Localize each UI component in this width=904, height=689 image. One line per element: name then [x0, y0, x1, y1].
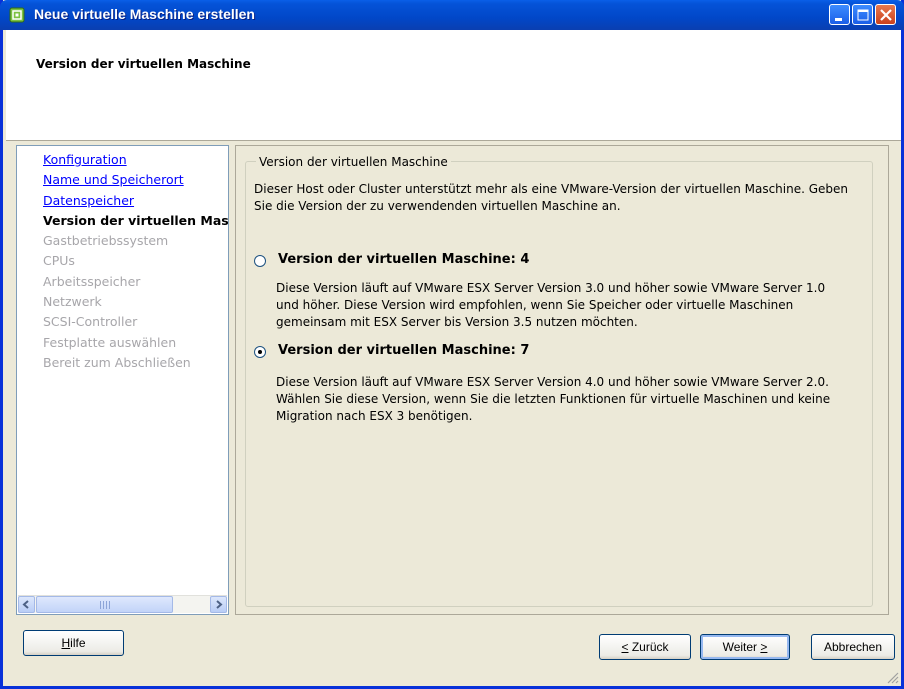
scroll-right-button[interactable] [210, 596, 227, 613]
scroll-thumb[interactable] [36, 596, 173, 613]
radio-button-circle[interactable] [254, 255, 266, 267]
nav-step-7: Arbeitsspeicher [43, 273, 141, 289]
scroll-grip-icon [100, 601, 111, 609]
vm-app-icon [9, 7, 25, 23]
wizard-header: Version der virtuellen Maschine [6, 30, 901, 141]
scroll-left-button[interactable] [18, 596, 35, 613]
back-mnemonic: < [621, 640, 629, 654]
title-bar[interactable]: Neue virtuelle Maschine erstellen [0, 0, 904, 30]
next-label: Weiter [722, 640, 761, 654]
window-title: Neue virtuelle Maschine erstellen [34, 6, 255, 22]
arrow-left-icon [22, 600, 29, 609]
minimize-icon [835, 18, 842, 21]
cancel-button[interactable]: Abbrechen [811, 634, 895, 660]
horizontal-scrollbar[interactable] [18, 595, 227, 613]
group-title: Version der virtuellen Maschine [256, 155, 451, 169]
page-title: Version der virtuellen Maschine [36, 57, 251, 71]
back-button[interactable]: < Zurück [599, 634, 691, 660]
option-4-description: Diese Version läuft auf VMware ESX Serve… [276, 281, 826, 329]
radio-version-4-label[interactable]: Version der virtuellen Maschine: 4 [278, 252, 529, 267]
arrow-right-icon [216, 600, 223, 609]
option-7-description: Diese Version läuft auf VMware ESX Serve… [276, 375, 831, 423]
maximize-button[interactable] [852, 4, 873, 25]
next-button[interactable]: Weiter > [700, 634, 790, 660]
close-button[interactable] [875, 4, 896, 25]
nav-step-3[interactable]: Datenspeicher [43, 191, 228, 211]
nav-step-6: CPUs [43, 253, 75, 269]
next-mnemonic: > [760, 640, 768, 654]
nav-step-9: SCSI-Controller [43, 314, 138, 330]
nav-step-2[interactable]: Name und Speicherort [43, 170, 228, 190]
radio-button-circle[interactable] [254, 346, 266, 358]
nav-step-5: Gastbetriebssystem [43, 233, 169, 249]
resize-grip-icon[interactable] [885, 670, 899, 684]
nav-step-1[interactable]: Konfiguration [43, 150, 228, 170]
nav-step-8: Netzwerk [43, 294, 102, 310]
wizard-steps-panel: Konfiguration Name und Speicherort Datensp… [16, 145, 229, 615]
help-label: ilfe [70, 636, 86, 650]
intro-text: Dieser Host oder Cluster unterstützt meh… [254, 182, 849, 213]
radio-version-7-label[interactable]: Version der virtuellen Maschine: 7 [278, 343, 529, 358]
back-label: Zurück [628, 640, 669, 654]
wizard-window: Neue virtuelle Maschine erstellen Versio… [0, 0, 904, 689]
help-button[interactable]: Hilfe [23, 630, 124, 656]
nav-step-10: Festplatte auswählen [43, 334, 177, 350]
wizard-steps-list: Konfiguration Name und Speicherort Datensp… [43, 150, 229, 373]
radio-selected-dot [258, 350, 262, 354]
help-mnemonic: H [61, 636, 71, 650]
content-panel: Version der virtuellen Maschine Dieser H… [235, 145, 889, 615]
close-icon [880, 9, 892, 21]
minimize-button[interactable] [829, 4, 850, 25]
nav-step-11: Bereit zum Abschließen [43, 354, 191, 370]
maximize-icon [857, 9, 869, 21]
nav-step-4: Version der virtuellen Mas [43, 212, 229, 228]
